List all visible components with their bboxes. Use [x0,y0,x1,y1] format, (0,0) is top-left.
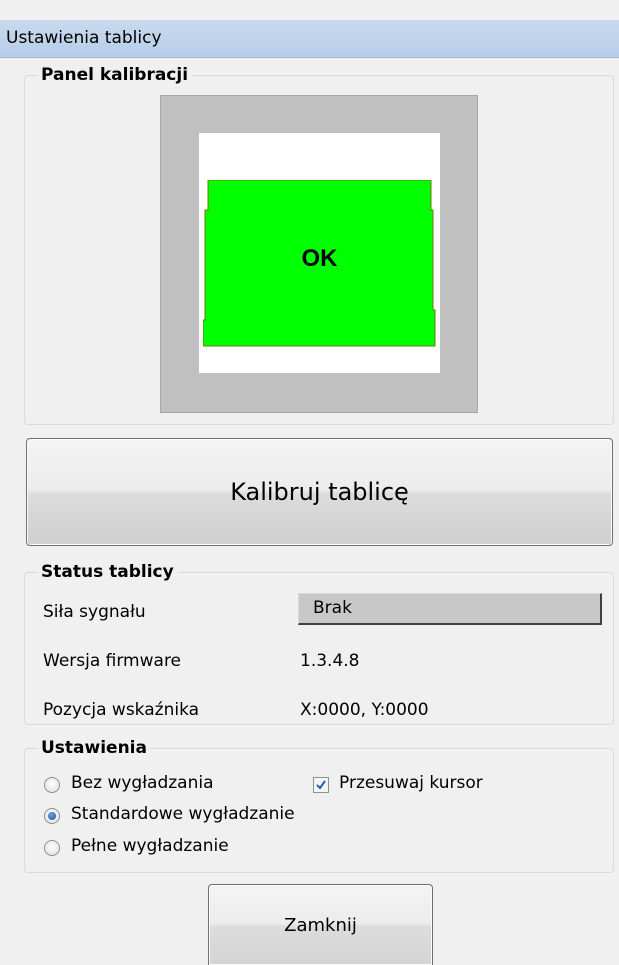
firmware-version-label: Wersja firmware [43,651,182,671]
settings-legend: Ustawienia [37,738,151,758]
signal-strength-value: Brak [298,593,602,625]
full-smoothing-radio[interactable] [44,840,60,856]
calibrate-board-button[interactable]: Kalibruj tablicę [26,438,613,546]
standard-smoothing-radio[interactable] [44,808,60,824]
signal-strength-label: Siła sygnału [43,602,146,622]
move-cursor-label[interactable]: Przesuwaj kursor [339,773,483,793]
pointer-position-label: Pozycja wskaźnika [43,700,200,720]
standard-smoothing-label[interactable]: Standardowe wygładzanie [71,804,295,824]
board-status-legend: Status tablicy [37,562,178,582]
window-title: Ustawienia tablicy [6,28,162,48]
pointer-position-value: X:0000, Y:0000 [300,700,429,720]
calibration-panel-legend: Panel kalibracji [37,65,193,85]
no-smoothing-radio[interactable] [44,777,60,793]
move-cursor-checkbox[interactable] [313,777,329,793]
full-smoothing-label[interactable]: Pełne wygładzanie [71,836,229,856]
checkmark-icon [316,780,326,790]
close-button[interactable]: Zamknij [208,884,433,965]
firmware-version-value: 1.3.4.8 [300,651,360,671]
no-smoothing-label[interactable]: Bez wygładzania [71,773,214,793]
calibration-status-text: OK [301,245,338,272]
window-titlebar: Ustawienia tablicy [0,20,619,58]
